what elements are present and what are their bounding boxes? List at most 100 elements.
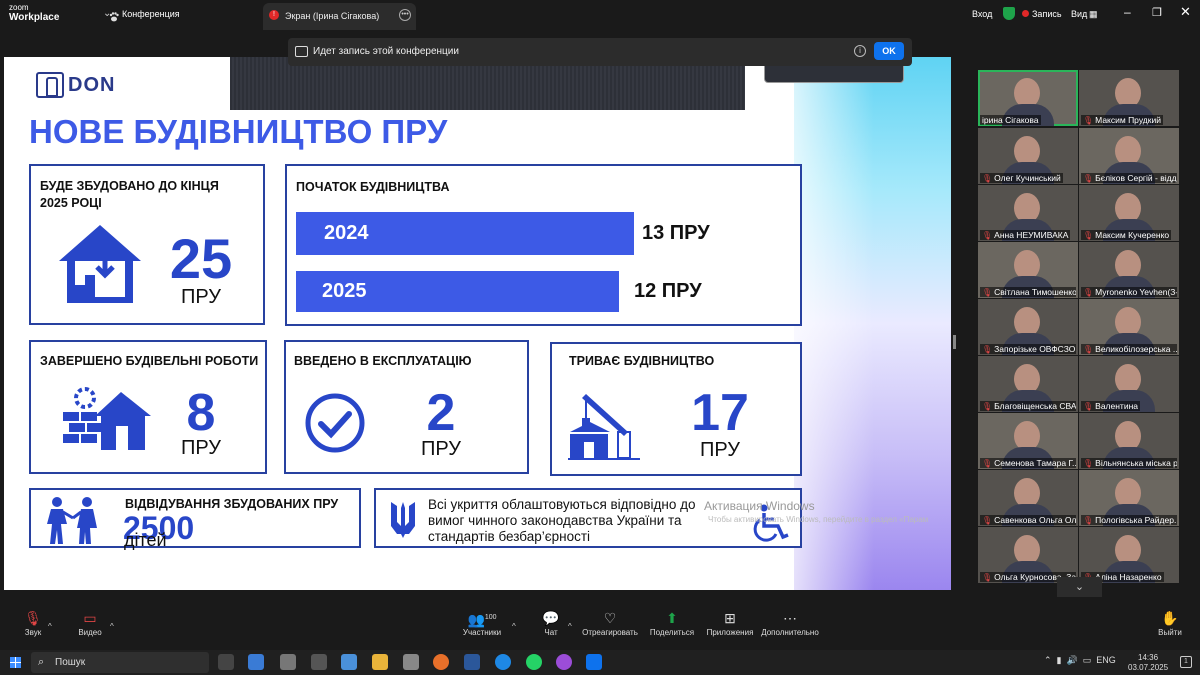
participants-count: 100 (484, 614, 497, 621)
participant-tile[interactable]: 🎙 Максим Кучеренко (1079, 185, 1179, 241)
firefox-icon[interactable] (433, 654, 449, 670)
mic-muted-icon: 🎙 (1083, 402, 1094, 411)
more-icon[interactable]: ••• (399, 9, 411, 21)
splitter-handle[interactable] (953, 335, 956, 349)
start-year-2024: 2024 (324, 222, 369, 244)
building-bricks-icon (61, 386, 153, 457)
language-indicator[interactable]: ENG (1096, 655, 1116, 665)
more-icon: ⋯ (783, 610, 797, 626)
close-icon[interactable]: ✕ (1180, 4, 1191, 20)
audio-chevron-icon[interactable]: ^ (48, 622, 52, 631)
taskbar-search[interactable]: ⌕ Пошук (31, 652, 209, 673)
settings-icon[interactable] (311, 654, 327, 670)
search-placeholder: Пошук (55, 657, 86, 668)
participant-tile[interactable]: 🎙 Савенкова Ольга Ол... (978, 470, 1078, 526)
store-icon[interactable] (341, 654, 357, 670)
accessibility-line1: Всі укриття облаштовуються відповідно до (428, 497, 696, 512)
participant-tile[interactable]: 🎙 Валентина (1079, 356, 1179, 412)
leave-button[interactable]: ✋ Выйти (1135, 608, 1200, 637)
participant-tile[interactable]: 🎙 Запорізьке ОВФСЗО (978, 299, 1078, 355)
scroll-down-button[interactable]: ⌄ (1057, 577, 1102, 597)
mic-muted-icon: 🎙 (982, 231, 993, 240)
participant-tile[interactable]: 🎙 Myronenko Yevhen(З-... (1079, 242, 1179, 298)
participant-tile[interactable]: 🎙 Анна НЕУМИВАКА (978, 185, 1078, 241)
grid-icon[interactable]: ▦ (1089, 9, 1098, 20)
participant-tile[interactable]: 🎙 Ольга Курносова, За... (978, 527, 1078, 583)
participant-name-text: ірина Сігакова (982, 115, 1039, 125)
clock[interactable]: 14:36 03.07.2025 (1128, 653, 1168, 673)
app-icon-2[interactable] (280, 654, 296, 670)
participant-name-text: Анна НЕУМИВАКА (994, 230, 1069, 240)
leave-label: Выйти (1158, 628, 1182, 637)
participant-name-text: Олег Кучинський (994, 173, 1061, 183)
whatsapp-icon[interactable] (526, 654, 542, 670)
accessibility-line3: стандартів безбар’єрності (428, 529, 591, 544)
participant-name-text: Пологівська Райдер... (1095, 515, 1177, 525)
participant-tile[interactable]: 🎙 Благовіщенська СВА (978, 356, 1078, 412)
shield-icon[interactable] (1003, 7, 1015, 20)
participant-tile[interactable]: 🎙 Світлана Тимошенко (978, 242, 1078, 298)
windows-start-icon[interactable] (10, 657, 21, 668)
completed-unit: ПРУ (181, 437, 221, 459)
slide-title: НОВЕ БУДІВНИЦТВО ПРУ (29, 113, 448, 150)
participant-name: ірина Сігакова (980, 115, 1041, 125)
more-button[interactable]: ⋯ Дополнительно (755, 608, 825, 637)
react-button[interactable]: ♡ Отреагировать (575, 608, 645, 637)
zoom-taskbar-icon[interactable] (586, 654, 602, 670)
info-icon[interactable]: i (854, 45, 866, 57)
participant-tile[interactable]: 🎙 Вільнянська міська р... (1079, 413, 1179, 469)
participants-icon: 👥100 (467, 611, 497, 628)
chat-chevron-icon[interactable]: ^ (568, 622, 572, 631)
participant-name: 🎙 Семенова Тамара Г... (980, 458, 1076, 468)
ongoing-card: ТРИВАЄ БУДІВНИЦТВО 17 ПРУ (550, 342, 802, 476)
shared-screen: DON НОВЕ БУДІВНИЦТВО ПРУ БУДЕ ЗБУДОВАНО … (4, 57, 951, 590)
trident-icon (389, 500, 417, 545)
participant-name: 🎙 Олег Кучинський (980, 173, 1063, 183)
completed-heading: ЗАВЕРШЕНО БУДІВЕЛЬНІ РОБОТИ (40, 354, 259, 368)
participant-tile[interactable]: 🎙 Великобілозерська ... (1079, 299, 1179, 355)
video-chevron-icon[interactable]: ^ (110, 622, 114, 631)
conference-label[interactable]: Конференция (122, 9, 180, 19)
app-icon-drop[interactable] (556, 654, 572, 670)
zoom-logo: zoom Workplace (9, 3, 59, 23)
folder-icon[interactable] (372, 654, 388, 670)
participant-tile[interactable]: 🎙Аліна Назаренко (1079, 527, 1179, 583)
view-button[interactable]: Вид (1071, 9, 1087, 19)
system-tray[interactable]: ⌃ ▮ 🔊 ▭ ENG (1044, 655, 1116, 666)
participants-button[interactable]: 👥100 Участники (447, 608, 517, 637)
participant-name-text: Вільнянська міська р... (1095, 458, 1177, 468)
react-label: Отреагировать (582, 628, 638, 637)
maximize-icon[interactable]: ❐ (1152, 6, 1162, 19)
chat-label: Чат (544, 628, 558, 637)
task-view-icon[interactable] (218, 654, 234, 670)
participant-name-text: Максим Кучеренко (1095, 230, 1170, 240)
login-button[interactable]: Вход (972, 9, 992, 19)
ok-button[interactable]: OK (874, 42, 904, 60)
app-icon-1[interactable] (248, 654, 264, 670)
participant-name-text: Світлана Тимошенко (994, 287, 1076, 297)
video-label: Видео (78, 628, 102, 637)
edge-icon[interactable] (495, 654, 511, 670)
participant-tile[interactable]: 🎙 Максим Прудкий (1079, 70, 1179, 126)
tab-screen-share[interactable]: ! Экран (Ірина Сігакова) ••• (263, 3, 416, 30)
participant-tile[interactable]: 🎙 Пологівська Райдер... (1079, 470, 1179, 526)
windows-activation-watermark: Активация Windows (704, 499, 815, 513)
participant-tile[interactable]: 🎙 Бєліков Сергій - відді... (1079, 128, 1179, 184)
participant-tile[interactable]: ірина Сігакова (978, 70, 1078, 126)
notification-icon[interactable]: 1 (1180, 656, 1192, 668)
participant-name-text: Валентина (1095, 401, 1138, 411)
calculator-icon[interactable] (403, 654, 419, 670)
participant-tile[interactable]: 🎙 Семенова Тамара Г... (978, 413, 1078, 469)
record-button[interactable]: Запись (1032, 9, 1062, 19)
crane-icon (568, 392, 640, 467)
mic-muted-icon: 🎙 (982, 402, 993, 411)
video-button[interactable]: ▭ Видео (55, 608, 125, 637)
ongoing-value: 17 (691, 384, 749, 442)
mic-muted-icon: 🎙 (982, 174, 993, 183)
search-icon: ⌕ (38, 656, 45, 668)
minimize-icon[interactable]: – (1124, 5, 1131, 19)
participant-tile[interactable]: 🎙 Олег Кучинський (978, 128, 1078, 184)
share-label: Поделиться (649, 628, 695, 637)
paw-icon (109, 9, 119, 22)
word-icon[interactable] (464, 654, 480, 670)
